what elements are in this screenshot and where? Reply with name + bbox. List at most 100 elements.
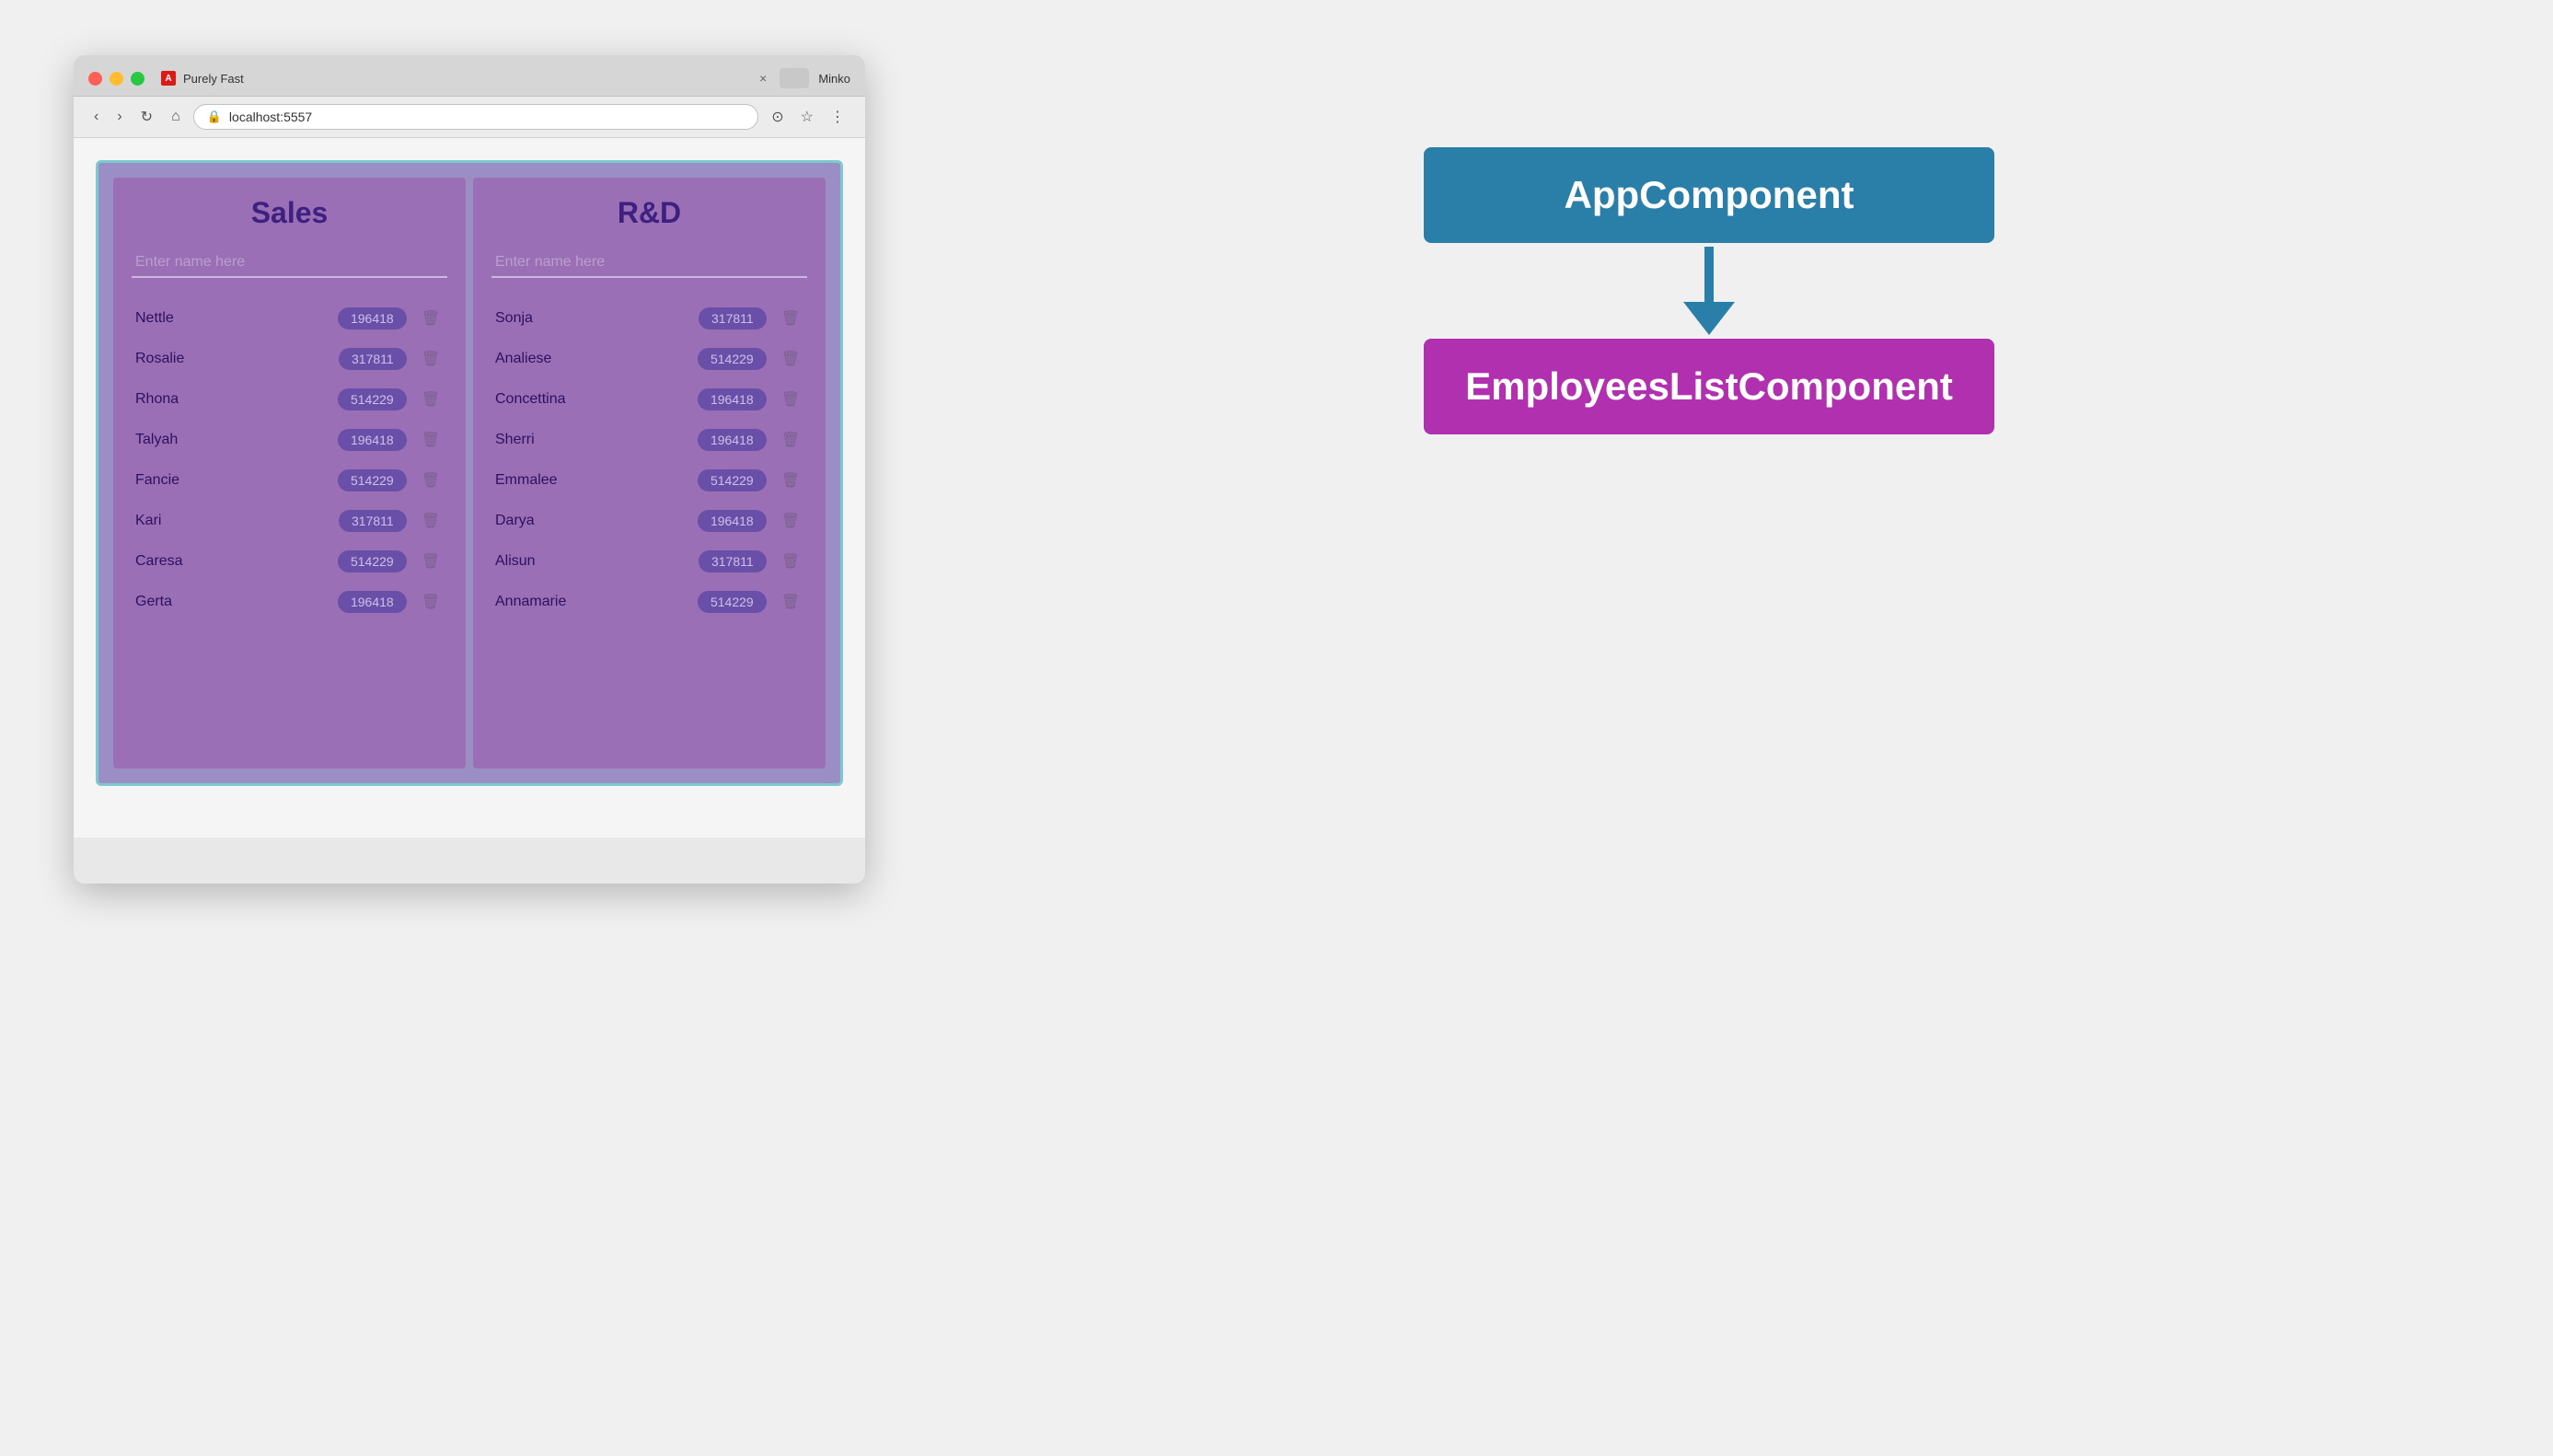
browser-toolbar: ‹ › ↻ ⌂ 🔒 localhost:5557 ⊙ ☆ ⋮ bbox=[74, 97, 865, 138]
delete-employee-button[interactable]: 🗑 bbox=[418, 591, 444, 613]
arrow-shaft bbox=[1704, 247, 1714, 302]
user-label: Minko bbox=[818, 72, 850, 86]
delete-employee-button[interactable]: 🗑 bbox=[418, 388, 444, 410]
rnd-panel: R&D Sonja317811🗑Analiese514229🗑Concettin… bbox=[473, 178, 826, 768]
table-row: Sherri196418🗑 bbox=[491, 422, 807, 458]
employee-name: Sonja bbox=[495, 310, 699, 327]
forward-button[interactable]: › bbox=[111, 105, 127, 129]
maximize-button[interactable] bbox=[131, 72, 144, 86]
employee-name: Fancie bbox=[135, 472, 338, 489]
employee-name: Nettle bbox=[135, 310, 338, 327]
delete-employee-button[interactable]: 🗑 bbox=[418, 307, 444, 329]
rnd-employees-list: Sonja317811🗑Analiese514229🗑Concettina196… bbox=[491, 300, 807, 620]
browser-window: A Purely Fast × Minko ‹ › ↻ ⌂ 🔒 localhos… bbox=[74, 55, 865, 884]
employee-name: Rhona bbox=[135, 391, 338, 408]
menu-button[interactable]: ⋮ bbox=[825, 104, 850, 130]
employee-badge: 514229 bbox=[338, 388, 407, 410]
delete-employee-button[interactable]: 🗑 bbox=[418, 550, 444, 572]
employee-name: Kari bbox=[135, 513, 339, 529]
delete-employee-button[interactable]: 🗑 bbox=[778, 348, 803, 370]
table-row: Concettina196418 🗑 bbox=[491, 381, 807, 418]
employee-badge: 317811 bbox=[699, 307, 767, 329]
delete-employee-button[interactable]: 🗑 bbox=[778, 550, 803, 572]
delete-employee-button[interactable]: 🗑 bbox=[778, 307, 803, 329]
table-row: Sonja317811 🗑 bbox=[491, 300, 807, 337]
delete-employee-button[interactable]: 🗑 bbox=[778, 469, 803, 491]
table-row: Rosalie317811 🗑 bbox=[132, 341, 447, 377]
table-row: Annamarie514229🗑 bbox=[491, 584, 807, 620]
employee-name: Talyah bbox=[135, 432, 338, 448]
arrow-head bbox=[1683, 302, 1735, 335]
employee-badge: 317811 bbox=[699, 550, 767, 572]
employee-badge: 514229 bbox=[698, 469, 767, 491]
browser-content: Sales Nettle196418🗑Rosalie317811🗑Rhona51… bbox=[74, 138, 865, 838]
minimize-button[interactable] bbox=[110, 72, 123, 86]
sales-title: Sales bbox=[132, 196, 447, 230]
delete-employee-button[interactable]: 🗑 bbox=[778, 510, 803, 532]
table-row: Fancie514229 🗑 bbox=[132, 462, 447, 499]
new-tab-button[interactable] bbox=[780, 68, 809, 88]
cast-button[interactable]: ⊙ bbox=[766, 104, 789, 130]
employee-name: Analiese bbox=[495, 351, 698, 367]
sales-panel: Sales Nettle196418🗑Rosalie317811🗑Rhona51… bbox=[113, 178, 466, 768]
rnd-name-input[interactable] bbox=[491, 248, 807, 278]
employee-name: Sherri bbox=[495, 432, 698, 448]
table-row: Analiese514229 🗑 bbox=[491, 341, 807, 377]
browser-titlebar: A Purely Fast × Minko bbox=[74, 55, 865, 97]
traffic-lights bbox=[88, 72, 144, 86]
employee-badge: 317811 bbox=[339, 510, 407, 532]
table-row: Gerta196418 🗑 bbox=[132, 584, 447, 620]
employee-name: Darya bbox=[495, 513, 698, 529]
employees-component-box: EmployeesListComponent bbox=[1424, 339, 1994, 434]
back-button[interactable]: ‹ bbox=[88, 105, 104, 129]
table-row: Alisun317811 🗑 bbox=[491, 543, 807, 580]
employee-badge: 196418 bbox=[338, 591, 407, 613]
rnd-title: R&D bbox=[491, 196, 807, 230]
employee-badge: 514229 bbox=[338, 469, 407, 491]
delete-employee-button[interactable]: 🗑 bbox=[778, 591, 803, 613]
employee-badge: 514229 bbox=[698, 591, 767, 613]
table-row: Emmalee514229 🗑 bbox=[491, 462, 807, 499]
address-bar[interactable]: 🔒 localhost:5557 bbox=[193, 104, 759, 130]
table-row: Nettle196418 🗑 bbox=[132, 300, 447, 337]
delete-employee-button[interactable]: 🗑 bbox=[418, 429, 444, 451]
employee-badge: 196418 bbox=[338, 307, 407, 329]
tab-close-button[interactable]: × bbox=[754, 69, 772, 87]
delete-employee-button[interactable]: 🗑 bbox=[418, 510, 444, 532]
tab-label[interactable]: Purely Fast bbox=[183, 72, 244, 86]
employee-name: Alisun bbox=[495, 553, 699, 570]
employee-badge: 514229 bbox=[338, 550, 407, 572]
employee-badge: 196418 bbox=[698, 510, 767, 532]
app-container: Sales Nettle196418🗑Rosalie317811🗑Rhona51… bbox=[96, 160, 843, 786]
bookmark-button[interactable]: ☆ bbox=[795, 104, 819, 130]
app-component-label: AppComponent bbox=[1565, 173, 1854, 216]
employee-badge: 196418 bbox=[338, 429, 407, 451]
table-row: Rhona514229 🗑 bbox=[132, 381, 447, 418]
delete-employee-button[interactable]: 🗑 bbox=[778, 429, 803, 451]
close-button[interactable] bbox=[88, 72, 102, 86]
angular-icon: A bbox=[161, 71, 176, 86]
arrow bbox=[1683, 247, 1735, 335]
sales-name-input[interactable] bbox=[132, 248, 447, 278]
url-text: localhost:5557 bbox=[229, 110, 745, 124]
refresh-button[interactable]: ↻ bbox=[135, 104, 158, 130]
delete-employee-button[interactable]: 🗑 bbox=[418, 469, 444, 491]
lock-icon: 🔒 bbox=[207, 110, 222, 124]
table-row: Darya196418 🗑 bbox=[491, 503, 807, 539]
employees-component-label: EmployeesListComponent bbox=[1465, 364, 1953, 408]
delete-employee-button[interactable]: 🗑 bbox=[418, 348, 444, 370]
employee-name: Gerta bbox=[135, 594, 338, 610]
home-button[interactable]: ⌂ bbox=[166, 105, 186, 129]
employee-name: Rosalie bbox=[135, 351, 339, 367]
tab-bar: A Purely Fast × bbox=[161, 68, 809, 88]
table-row: Caresa514229 🗑 bbox=[132, 543, 447, 580]
employee-badge: 514229 bbox=[698, 348, 767, 370]
table-row: Talyah196418 🗑 bbox=[132, 422, 447, 458]
employee-badge: 317811 bbox=[339, 348, 407, 370]
employee-name: Emmalee bbox=[495, 472, 698, 489]
table-row: Kari317811 🗑 bbox=[132, 503, 447, 539]
delete-employee-button[interactable]: 🗑 bbox=[778, 388, 803, 410]
employee-name: Concettina bbox=[495, 391, 698, 408]
employee-badge: 196418 bbox=[698, 388, 767, 410]
employee-name: Caresa bbox=[135, 553, 338, 570]
